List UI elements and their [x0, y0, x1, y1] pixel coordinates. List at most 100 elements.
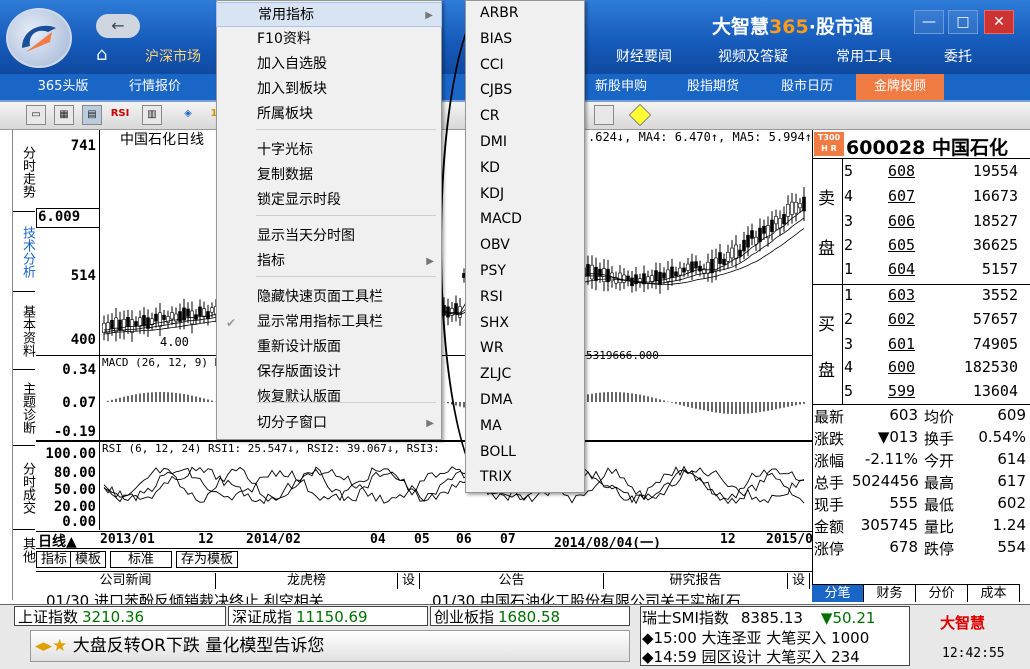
- rtab-cost[interactable]: 成本: [968, 584, 1020, 602]
- vtab-other[interactable]: 其他: [13, 530, 35, 570]
- indicator-item[interactable]: KDJ: [465, 182, 585, 208]
- indicator-item[interactable]: TRIX: [465, 465, 585, 491]
- stat-value: 609: [997, 406, 1026, 424]
- tab-index-futures[interactable]: 股指期货: [676, 74, 750, 100]
- buy-row[interactable]: 2 602 57657: [812, 308, 1030, 332]
- indicator-item[interactable]: DMI: [465, 130, 585, 156]
- market-label[interactable]: 沪深市场: [145, 46, 201, 66]
- tab-365-headline[interactable]: 365头版: [28, 74, 98, 100]
- indicator-item[interactable]: WR: [465, 336, 585, 362]
- menu-item[interactable]: 保存版面设计: [216, 360, 442, 385]
- tab-calendar[interactable]: 股市日历: [770, 74, 844, 100]
- indicator-item[interactable]: MA: [465, 414, 585, 440]
- indicator-tab[interactable]: 指标: [36, 551, 73, 568]
- indicator-item[interactable]: CJBS: [465, 78, 585, 104]
- candle: [762, 225, 766, 234]
- report-icon[interactable]: ▥: [142, 105, 162, 125]
- news-header-dragon-tiger[interactable]: 龙虎榜: [216, 573, 398, 589]
- menu-item[interactable]: 重新设计版面: [216, 335, 442, 360]
- sell-row[interactable]: 1 604 5157: [812, 258, 1030, 282]
- menu-item[interactable]: 常用指标 ▶: [216, 2, 442, 27]
- tab-ipo[interactable]: 新股申购: [584, 74, 658, 100]
- sh-index[interactable]: 上证指数 3210.36: [14, 606, 226, 626]
- menu-item[interactable]: 显示常用指标工具栏: [216, 310, 442, 335]
- vtab-diagnosis[interactable]: 主题诊断: [13, 370, 35, 446]
- alert-item[interactable]: ◆14:59 园区设计 大笔买入 234: [642, 646, 860, 667]
- news-header-announcement[interactable]: 公告: [420, 573, 604, 589]
- news-header-research[interactable]: 研究报告: [604, 573, 788, 589]
- indicator-item[interactable]: ZLJC: [465, 362, 585, 388]
- buy-row[interactable]: 1 603 3552: [812, 284, 1030, 308]
- sell-row[interactable]: 2 605 36625: [812, 234, 1030, 258]
- sz-index[interactable]: 深证成指 11150.69: [228, 606, 428, 626]
- tab-gold-advisor[interactable]: 金牌投顾: [856, 74, 944, 100]
- rtab-price-dist[interactable]: 分价: [916, 584, 968, 602]
- topnav-news[interactable]: 财经要闻: [616, 46, 672, 66]
- sell-row[interactable]: 4 607 16673: [812, 185, 1030, 209]
- menu-item[interactable]: 切分子窗口 ▶: [216, 411, 442, 436]
- indicator-item[interactable]: BOLL: [465, 440, 585, 466]
- edit-chart-icon[interactable]: [594, 105, 614, 125]
- cy-index[interactable]: 创业板指 1680.58: [430, 606, 630, 626]
- indicator-item[interactable]: CR: [465, 104, 585, 130]
- template-tab[interactable]: 模板: [70, 551, 107, 568]
- smi-index[interactable]: 瑞士SMI指数 8385.13 ▼50.21: [642, 607, 875, 628]
- folder-icon[interactable]: ▭: [26, 105, 46, 125]
- menu-item[interactable]: 恢复默认版面: [216, 385, 442, 410]
- rtab-ticks[interactable]: 分笔: [812, 584, 864, 602]
- sell-row[interactable]: 5 608 19554: [812, 160, 1030, 184]
- indicator-item[interactable]: DMA: [465, 388, 585, 414]
- menu-item[interactable]: 加入到板块: [216, 77, 442, 102]
- news-settings-button[interactable]: 设: [398, 573, 420, 589]
- topnav-tools[interactable]: 常用工具: [836, 46, 892, 66]
- sell-row[interactable]: 3 606 18527: [812, 210, 1030, 234]
- maximize-button[interactable]: □: [948, 10, 978, 34]
- rsi-icon[interactable]: RSI: [110, 105, 130, 125]
- chart-icon[interactable]: ▦: [54, 105, 74, 125]
- standard-tab[interactable]: 标准: [110, 551, 172, 568]
- vtab-technical[interactable]: 技术分析: [13, 212, 35, 292]
- kline-icon[interactable]: ▤: [82, 105, 102, 125]
- indicator-item[interactable]: MACD: [465, 207, 585, 233]
- news-settings-button[interactable]: 设: [788, 573, 810, 589]
- menu-item[interactable]: 隐藏快速页面工具栏: [216, 285, 442, 310]
- close-button[interactable]: ✕: [984, 10, 1014, 34]
- home-icon[interactable]: ⌂: [96, 44, 118, 66]
- indicator-item[interactable]: CCI: [465, 53, 585, 79]
- stat-value: 554: [997, 538, 1026, 556]
- news-header-company[interactable]: 公司新闻: [36, 573, 216, 589]
- buy-row[interactable]: 3 601 74905: [812, 333, 1030, 357]
- menu-item[interactable]: 指标 ▶: [216, 249, 442, 274]
- menu-item[interactable]: 锁定显示时段: [216, 188, 442, 213]
- buy-row[interactable]: 4 600 182530: [812, 356, 1030, 380]
- price-ylabel: 400: [70, 332, 96, 348]
- indicator-item[interactable]: SHX: [465, 311, 585, 337]
- indicator-item[interactable]: RSI: [465, 285, 585, 311]
- vtab-fundamentals[interactable]: 基本资料: [13, 292, 35, 370]
- candle: [718, 252, 722, 264]
- buy-row[interactable]: 5 599 13604: [812, 380, 1030, 404]
- menu-item[interactable]: 十字光标: [216, 138, 442, 163]
- news-ticker[interactable]: ◂▸★ 大盘反转OR下跌 量化模型告诉您: [30, 630, 630, 662]
- topnav-trade[interactable]: 委托: [944, 46, 972, 66]
- diamond-icon[interactable]: ◈: [178, 105, 198, 125]
- indicator-item[interactable]: BIAS: [465, 27, 585, 53]
- menu-item[interactable]: 显示当天分时图: [216, 224, 442, 249]
- menu-item[interactable]: 所属板块: [216, 102, 442, 127]
- topnav-video[interactable]: 视频及答疑: [718, 46, 788, 66]
- vtab-trades[interactable]: 分时成交: [13, 446, 35, 530]
- indicator-item[interactable]: KD: [465, 156, 585, 182]
- alert-item[interactable]: ◆15:00 大连圣亚 大笔买入 1000: [642, 627, 869, 648]
- menu-item[interactable]: 加入自选股: [216, 52, 442, 77]
- tab-quotes[interactable]: 行情报价: [118, 74, 192, 100]
- rtab-finance[interactable]: 财务: [864, 584, 916, 602]
- menu-item[interactable]: F10资料: [216, 27, 442, 52]
- save-template-tab[interactable]: 存为模板: [176, 551, 239, 568]
- vtab-intraday[interactable]: 分时走势: [13, 132, 35, 212]
- back-arrow-icon[interactable]: ←: [96, 14, 140, 38]
- indicator-item[interactable]: PSY: [465, 259, 585, 285]
- minimize-button[interactable]: —: [914, 10, 944, 34]
- menu-item[interactable]: 复制数据: [216, 163, 442, 188]
- indicator-item[interactable]: OBV: [465, 233, 585, 259]
- indicator-item[interactable]: ARBR: [465, 1, 585, 27]
